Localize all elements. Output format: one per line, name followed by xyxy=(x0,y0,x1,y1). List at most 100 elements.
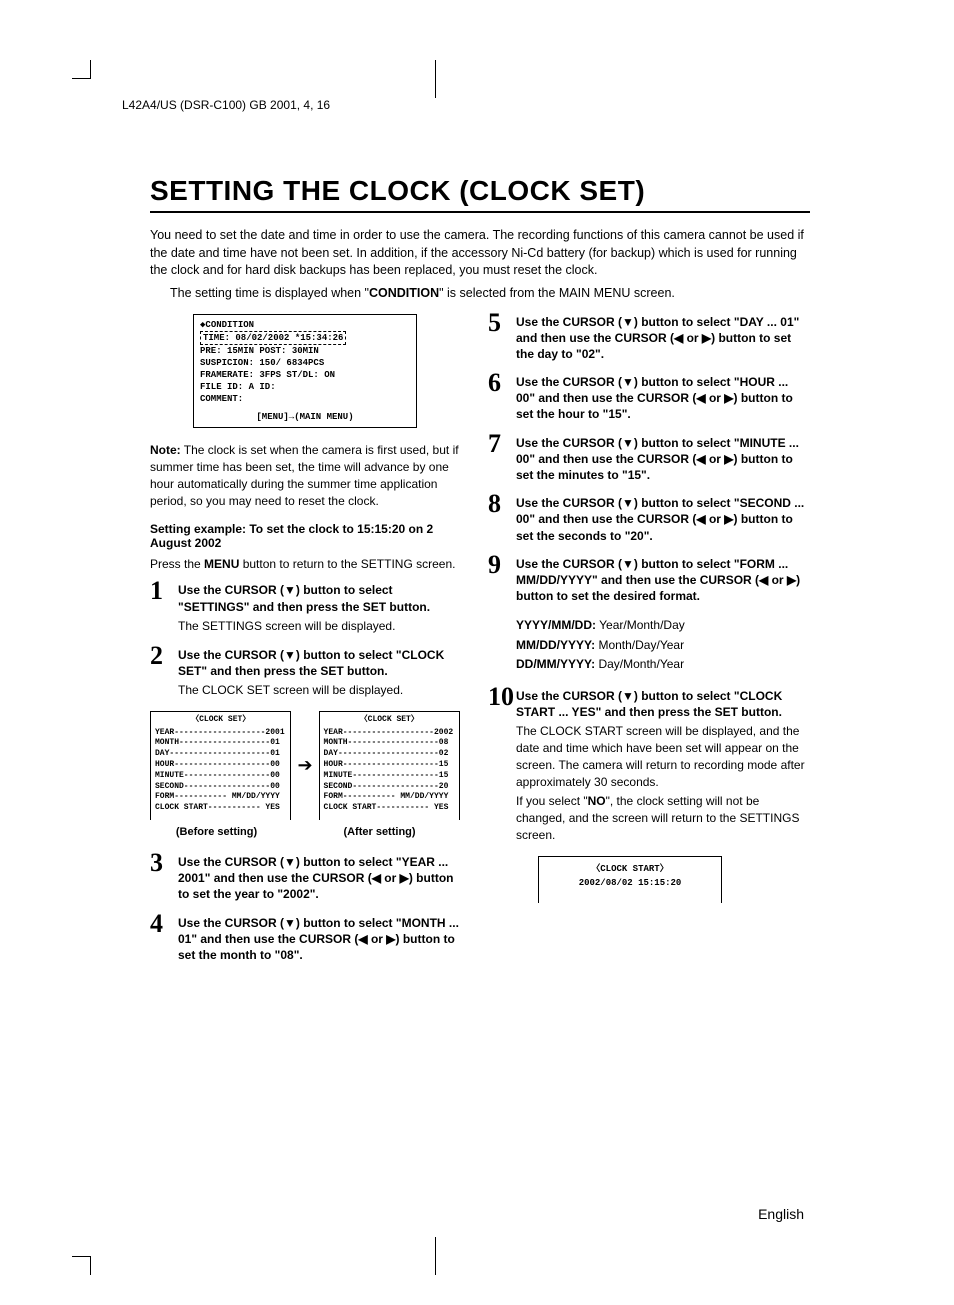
osd-line: MINUTE------------------15 xyxy=(324,771,455,782)
osd-line: CLOCK START----------- YES xyxy=(155,803,286,814)
osd-line: SECOND------------------00 xyxy=(155,782,286,793)
step-body: The CLOCK START screen will be displayed… xyxy=(516,723,808,790)
format-label: YYYY/MM/DD: xyxy=(516,618,596,632)
clock-set-after: 〈CLOCK SET〉 YEAR-------------------2002 … xyxy=(319,711,460,820)
intro-paragraph: You need to set the date and time in ord… xyxy=(150,227,810,280)
step-1: 1 Use the CURSOR (▼) button to select "S… xyxy=(150,582,460,634)
step-number: 6 xyxy=(488,368,501,398)
press-menu-text: Press the MENU button to return to the S… xyxy=(150,556,460,573)
osd-line: FORM----------- MM/DD/YYYY xyxy=(155,792,286,803)
text: The setting time is displayed when " xyxy=(170,286,369,300)
intro-subparagraph: The setting time is displayed when "COND… xyxy=(170,286,810,300)
osd-line: ◆CONDITION xyxy=(200,319,410,331)
step-4: 4 Use the CURSOR (▼) button to select "M… xyxy=(150,915,460,964)
step-title: Use the CURSOR (▼) button to select "YEA… xyxy=(178,854,460,903)
condition-osd: ◆CONDITION TIME: 08/02/2002 *15:34:26 PR… xyxy=(193,314,417,429)
left-column: ◆CONDITION TIME: 08/02/2002 *15:34:26 PR… xyxy=(150,314,460,976)
format-label: MM/DD/YYYY: xyxy=(516,638,595,652)
crop-mark-icon xyxy=(435,60,436,98)
step-title: Use the CURSOR (▼) button to select "FOR… xyxy=(516,556,808,605)
step-6: 6 Use the CURSOR (▼) button to select "H… xyxy=(488,374,808,423)
step-5: 5 Use the CURSOR (▼) button to select "D… xyxy=(488,314,808,363)
right-column: 5 Use the CURSOR (▼) button to select "D… xyxy=(488,314,808,976)
example-heading: Setting example: To set the clock to 15:… xyxy=(150,522,460,550)
osd-line: FORM----------- MM/DD/YYYY xyxy=(324,792,455,803)
osd-line: COMMENT: xyxy=(200,393,410,405)
step-title: Use the CURSOR (▼) button to select "DAY… xyxy=(516,314,808,363)
step-title: Use the CURSOR (▼) button to select "CLO… xyxy=(178,647,460,679)
format-desc: Month/Day/Year xyxy=(595,638,684,652)
osd-line: PRE: 15MIN POST: 30MIN xyxy=(200,345,410,357)
osd-line: DAY---------------------01 xyxy=(155,749,286,760)
osd-time-line: TIME: 08/02/2002 *15:34:26 xyxy=(200,331,346,345)
step-10: 10 Use the CURSOR (▼) button to select "… xyxy=(488,688,808,844)
osd-line: DAY---------------------02 xyxy=(324,749,455,760)
step-number: 9 xyxy=(488,550,501,580)
osd-line: HOUR--------------------00 xyxy=(155,760,286,771)
step-9: 9 Use the CURSOR (▼) button to select "F… xyxy=(488,556,808,605)
osd-line: SECOND------------------20 xyxy=(324,782,455,793)
text: Press the xyxy=(150,557,204,571)
step-number: 1 xyxy=(150,576,163,606)
step-title: Use the CURSOR (▼) button to select "SEC… xyxy=(516,495,808,544)
osd-heading: 〈CLOCK SET〉 xyxy=(155,715,286,726)
osd-line: MINUTE------------------00 xyxy=(155,771,286,782)
text: If you select " xyxy=(516,794,588,808)
step-number: 4 xyxy=(150,909,163,939)
osd-line: YEAR-------------------2002 xyxy=(324,728,455,739)
step-title: Use the CURSOR (▼) button to select "HOU… xyxy=(516,374,808,423)
step-number: 8 xyxy=(488,489,501,519)
step-2: 2 Use the CURSOR (▼) button to select "C… xyxy=(150,647,460,699)
crop-mark-icon xyxy=(435,1237,436,1275)
format-desc: Year/Month/Day xyxy=(596,618,685,632)
step-title: Use the CURSOR (▼) button to select "MON… xyxy=(178,915,460,964)
clock-set-screens: 〈CLOCK SET〉 YEAR-------------------2001 … xyxy=(150,711,460,820)
crop-mark-icon xyxy=(72,60,91,79)
clock-start-osd: 〈CLOCK START〉 2002/08/02 15:15:20 xyxy=(538,856,722,903)
format-label: DD/MM/YYYY: xyxy=(516,657,595,671)
date-formats: YYYY/MM/DD: Year/Month/Day MM/DD/YYYY: M… xyxy=(516,616,808,674)
step-title: Use the CURSOR (▼) button to select "MIN… xyxy=(516,435,808,484)
manual-page: L42A4/US (DSR-C100) GB 2001, 4, 16 SETTI… xyxy=(0,0,954,1305)
content-area: SETTING THE CLOCK (CLOCK SET) You need t… xyxy=(150,175,810,975)
osd-line: FILE ID: A ID: xyxy=(200,381,410,393)
clock-set-captions: (Before setting) (After setting) xyxy=(150,826,460,838)
caption-after: (After setting) xyxy=(313,826,446,838)
text: button to return to the SETTING screen. xyxy=(239,557,455,571)
note-label: Note: xyxy=(150,443,181,457)
note-block: Note: The clock is set when the camera i… xyxy=(150,442,460,509)
step-number: 3 xyxy=(150,848,163,878)
osd-line: MONTH-------------------08 xyxy=(324,738,455,749)
no-label: NO xyxy=(588,794,606,808)
osd-line: HOUR--------------------15 xyxy=(324,760,455,771)
step-number: 2 xyxy=(150,641,163,671)
step-number: 7 xyxy=(488,429,501,459)
step-body: The SETTINGS screen will be displayed. xyxy=(178,618,460,635)
condition-label: CONDITION xyxy=(369,286,439,300)
step-8: 8 Use the CURSOR (▼) button to select "S… xyxy=(488,495,808,544)
step-number: 10 xyxy=(488,682,514,712)
osd-line: YEAR-------------------2001 xyxy=(155,728,286,739)
osd-line: SUSPICION: 150/ 6834PCS xyxy=(200,357,410,369)
osd-heading: 〈CLOCK START〉 xyxy=(545,862,715,876)
step-3: 3 Use the CURSOR (▼) button to select "Y… xyxy=(150,854,460,903)
language-label: English xyxy=(758,1206,804,1222)
step-title: Use the CURSOR (▼) button to select "SET… xyxy=(178,582,460,614)
osd-line: 2002/08/02 15:15:20 xyxy=(545,876,715,890)
note-text: The clock is set when the camera is firs… xyxy=(150,443,459,507)
step-title: Use the CURSOR (▼) button to select "CLO… xyxy=(516,688,808,720)
step-number: 5 xyxy=(488,308,501,338)
page-title: SETTING THE CLOCK (CLOCK SET) xyxy=(150,175,810,213)
text: " is selected from the MAIN MENU screen. xyxy=(439,286,675,300)
osd-line: MONTH-------------------01 xyxy=(155,738,286,749)
header-info: L42A4/US (DSR-C100) GB 2001, 4, 16 xyxy=(122,98,330,112)
osd-heading: 〈CLOCK SET〉 xyxy=(324,715,455,726)
clock-set-before: 〈CLOCK SET〉 YEAR-------------------2001 … xyxy=(150,711,291,820)
osd-line: FRAMERATE: 3FPS ST/DL: ON xyxy=(200,369,410,381)
format-desc: Day/Month/Year xyxy=(595,657,684,671)
menu-label: MENU xyxy=(204,557,239,571)
step-7: 7 Use the CURSOR (▼) button to select "M… xyxy=(488,435,808,484)
osd-footer: [MENU]→(MAIN MENU) xyxy=(194,411,416,423)
step-body: The CLOCK SET screen will be displayed. xyxy=(178,682,460,699)
arrow-right-icon: ➔ xyxy=(297,755,312,776)
